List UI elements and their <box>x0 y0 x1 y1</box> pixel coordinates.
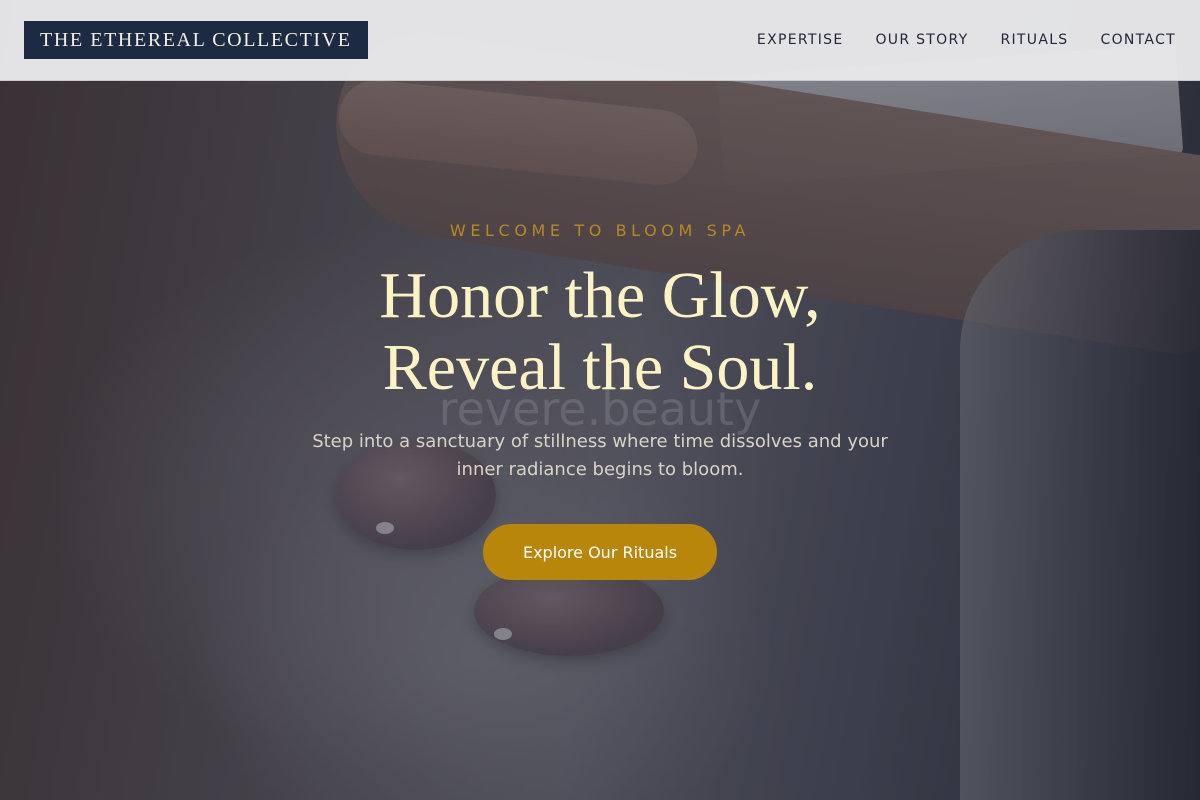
explore-rituals-button[interactable]: Explore Our Rituals <box>483 524 717 580</box>
hero-eyebrow: WELCOME TO BLOOM SPA <box>449 221 751 240</box>
hero-subtitle: Step into a sanctuary of stillness where… <box>312 431 888 480</box>
hero-content: WELCOME TO BLOOM SPA Honor the Glow, Rev… <box>0 0 1200 800</box>
hero-headline-line-1: Honor the Glow, <box>379 259 821 332</box>
